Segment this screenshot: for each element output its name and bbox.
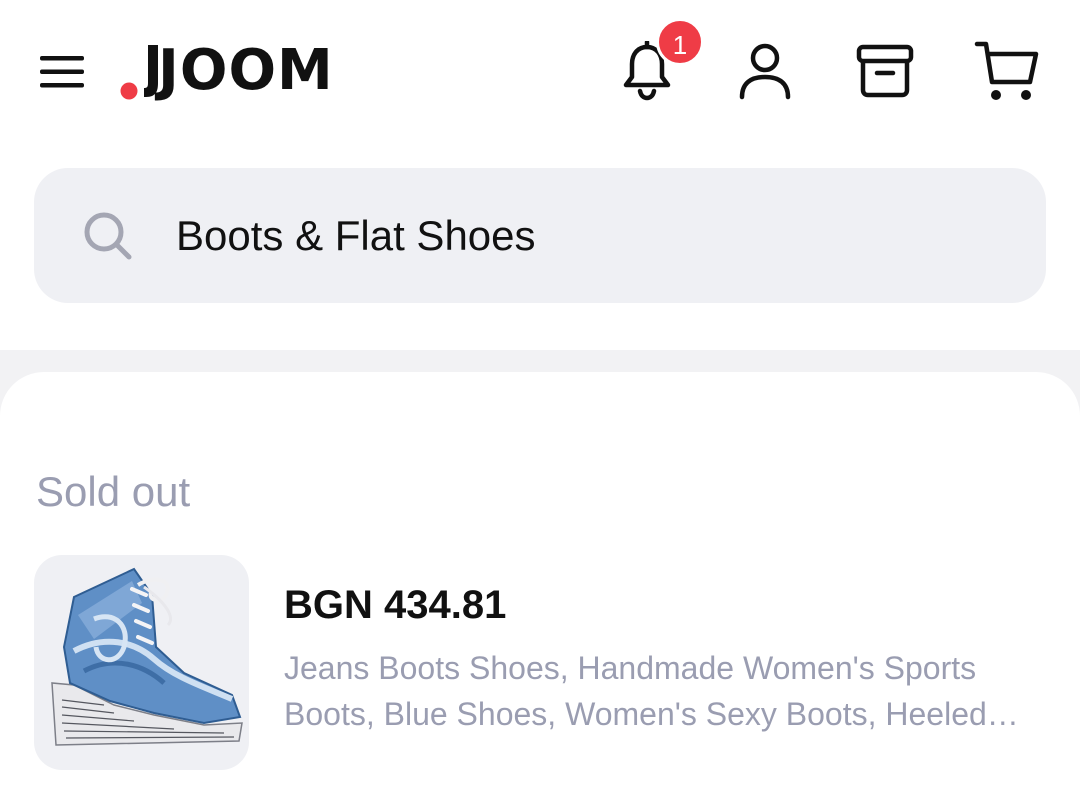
section-title: Sold out	[36, 468, 191, 515]
brand-name: JOOM	[158, 38, 334, 103]
search-bar[interactable]: Boots & Flat Shoes	[34, 168, 1046, 303]
profile-button[interactable]	[730, 36, 800, 106]
app-header: JOOM 1 Boots & Flat Shoes	[0, 0, 1080, 350]
product-card[interactable]: BGN 434.81 Jeans Boots Shoes, Handmade W…	[34, 555, 1054, 771]
menu-button[interactable]	[30, 40, 94, 104]
search-input[interactable]: Boots & Flat Shoes	[176, 212, 536, 260]
denim-boot-image	[51, 567, 243, 746]
cart-button[interactable]	[970, 34, 1044, 108]
notification-count-badge: 1	[656, 18, 704, 66]
page: JOOM 1 Boots & Flat Shoes Sold out BGN 4…	[0, 0, 1080, 810]
logo-mark-icon	[120, 45, 158, 100]
archive-box-icon	[856, 44, 914, 98]
user-icon	[739, 43, 791, 100]
product-price: BGN 434.81	[284, 583, 507, 627]
search-icon	[84, 212, 132, 259]
orders-button[interactable]	[850, 36, 920, 106]
product-title: Jeans Boots Shoes, Handmade Women's Spor…	[284, 650, 1019, 732]
joom-logo[interactable]: JOOM	[112, 36, 334, 106]
product-image[interactable]	[34, 555, 249, 770]
hamburger-menu-icon	[40, 56, 84, 88]
shopping-cart-icon	[974, 41, 1039, 100]
results-card: Sold out BGN 434.81 Jeans Boots Shoes, H…	[0, 372, 1080, 810]
